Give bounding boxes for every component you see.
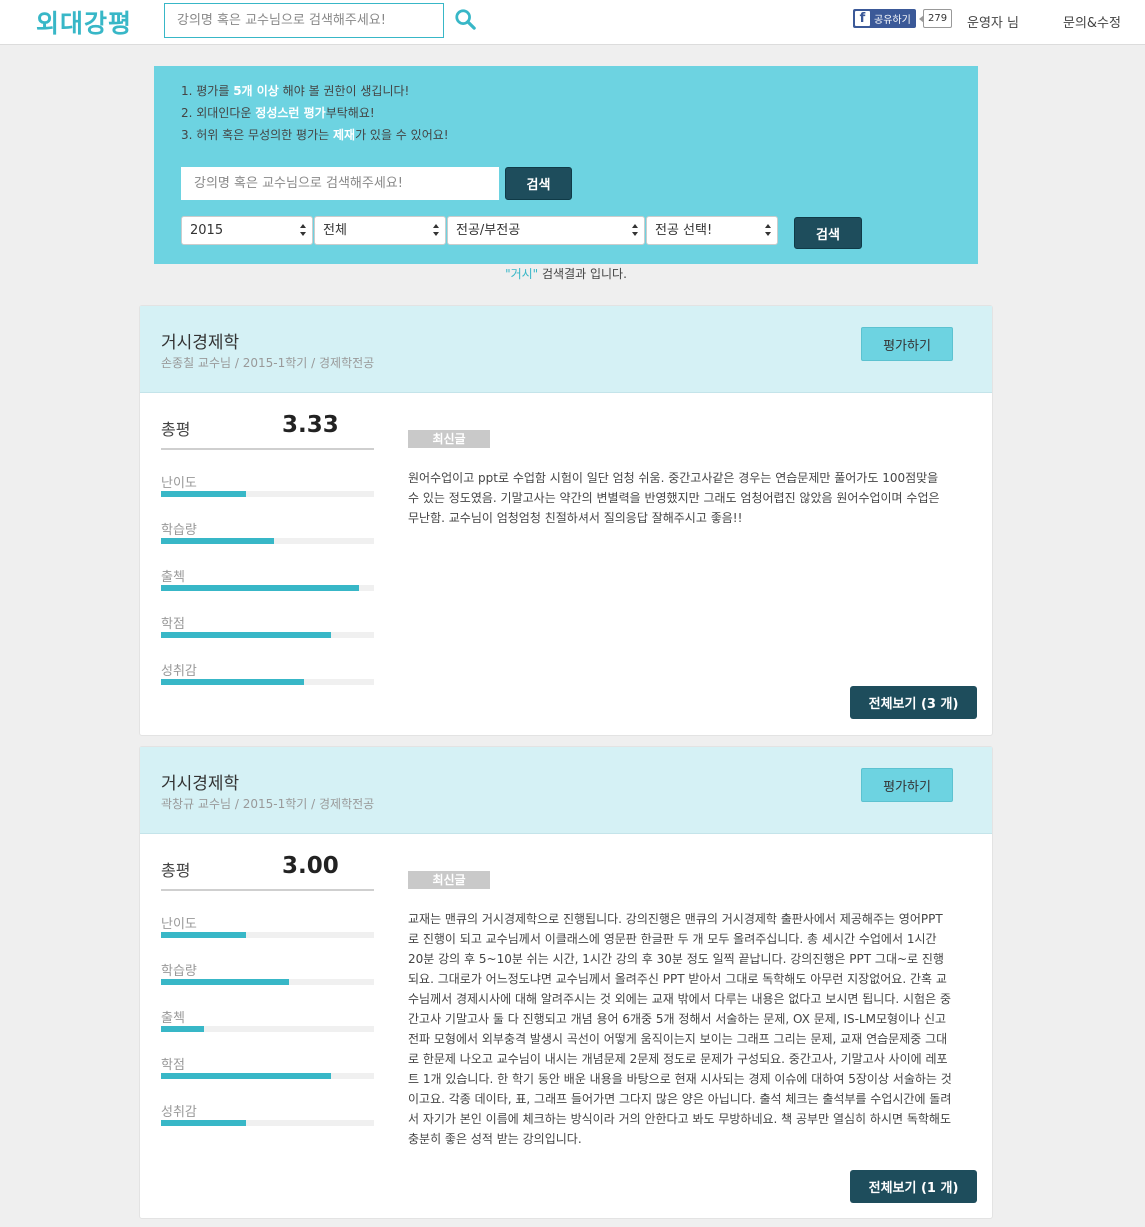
total-score: 3.00 bbox=[282, 853, 339, 879]
header-search-input[interactable] bbox=[164, 3, 444, 38]
metric-bar bbox=[161, 1026, 374, 1032]
view-all-button[interactable]: 전체보기 (1 개) bbox=[850, 1170, 977, 1203]
search-panel: 1. 평가를 5개 이상 해야 볼 권한이 생깁니다! 2. 외대인다운 정성스… bbox=[154, 66, 978, 264]
major-select[interactable]: 전공 선택! bbox=[646, 216, 778, 245]
metric-bar bbox=[161, 1073, 374, 1079]
metric-bar bbox=[161, 491, 374, 497]
metric-bar bbox=[161, 679, 374, 685]
metric-label: 학점 bbox=[161, 1058, 185, 1073]
metric-label: 출첵 bbox=[161, 570, 185, 585]
metric-label: 난이도 bbox=[161, 476, 197, 491]
metric-label: 학점 bbox=[161, 617, 185, 632]
total-divider bbox=[161, 448, 374, 450]
metric-bar-fill bbox=[161, 538, 274, 544]
facebook-icon: f bbox=[855, 11, 870, 26]
major-type-select[interactable]: 전공/부전공 bbox=[447, 216, 645, 245]
metric-bar bbox=[161, 585, 374, 591]
select-arrows-icon bbox=[765, 224, 771, 236]
metric-bar-fill bbox=[161, 632, 332, 638]
course-meta: 곽창규 교수님 / 2015-1학기 / 경제학전공 bbox=[161, 797, 375, 811]
search-icon[interactable] bbox=[454, 8, 476, 30]
course-title[interactable]: 거시경제학 bbox=[161, 769, 239, 794]
metric-bar-fill bbox=[161, 1073, 332, 1079]
metric-label: 성취감 bbox=[161, 1105, 197, 1120]
share-count: 279 bbox=[918, 9, 953, 28]
total-label: 총평 bbox=[161, 861, 191, 880]
search-result-note: "거시" 검색결과 입니다. bbox=[505, 267, 627, 281]
metric-bar bbox=[161, 1120, 374, 1126]
select-arrows-icon bbox=[632, 224, 638, 236]
user-menu-link[interactable]: 운영자 님 bbox=[967, 12, 1019, 31]
site-logo[interactable]: 외대강평 bbox=[36, 4, 132, 40]
rate-button[interactable]: 평가하기 bbox=[861, 327, 953, 361]
course-card-header: 거시경제학 곽창규 교수님 / 2015-1학기 / 경제학전공 평가하기 bbox=[140, 747, 992, 834]
contact-link[interactable]: 문의&수정 bbox=[1063, 12, 1121, 31]
metric-bar-fill bbox=[161, 979, 289, 985]
facebook-share-label: 공유하기 bbox=[874, 15, 911, 26]
course-search-input[interactable] bbox=[181, 167, 499, 200]
metric-bar bbox=[161, 632, 374, 638]
metric-bar-fill bbox=[161, 585, 360, 591]
metric-label: 성취감 bbox=[161, 664, 197, 679]
rate-button[interactable]: 평가하기 bbox=[861, 768, 953, 802]
top-bar: 외대강평 f 공유하기 279 운영자 님 문의&수정 bbox=[0, 0, 1145, 45]
review-text: 교재는 맨큐의 거시경제학으로 진행됩니다. 강의진행은 맨큐의 거시경제학 출… bbox=[408, 912, 952, 1146]
course-title[interactable]: 거시경제학 bbox=[161, 328, 239, 353]
category-select[interactable]: 전체 bbox=[314, 216, 446, 245]
search-button[interactable]: 검색 bbox=[505, 167, 572, 200]
metric-label: 학습량 bbox=[161, 964, 197, 979]
metric-bar bbox=[161, 538, 374, 544]
metric-bar bbox=[161, 932, 374, 938]
select-arrows-icon bbox=[433, 224, 439, 236]
metric-bar-fill bbox=[161, 679, 304, 685]
metric-bar-fill bbox=[161, 1120, 247, 1126]
metric-bar-fill bbox=[161, 491, 247, 497]
metric-label: 출첵 bbox=[161, 1011, 185, 1026]
metric-label: 난이도 bbox=[161, 917, 197, 932]
course-meta: 손종칠 교수님 / 2015-1학기 / 경제학전공 bbox=[161, 356, 375, 370]
notice-line-3: 3. 허위 혹은 무성의한 평가는 제재가 있을 수 있어요! bbox=[181, 128, 449, 142]
notice-line-2: 2. 외대인다운 정성스런 평가부탁해요! bbox=[181, 106, 375, 120]
course-card-header: 거시경제학 손종칠 교수님 / 2015-1학기 / 경제학전공 평가하기 bbox=[140, 306, 992, 393]
metric-bar bbox=[161, 979, 374, 985]
course-card: 거시경제학 곽창규 교수님 / 2015-1학기 / 경제학전공 평가하기 총평… bbox=[139, 746, 993, 1219]
filter-search-button[interactable]: 검색 bbox=[794, 217, 862, 249]
metric-label: 학습량 bbox=[161, 523, 197, 538]
review-text: 원어수업이고 ppt로 수업함 시험이 일단 엄청 쉬움. 중간고사같은 경우는… bbox=[408, 471, 940, 525]
facebook-share-button[interactable]: f 공유하기 bbox=[853, 9, 916, 28]
total-divider bbox=[161, 889, 374, 891]
metric-bar-fill bbox=[161, 932, 247, 938]
select-arrows-icon bbox=[300, 224, 306, 236]
total-label: 총평 bbox=[161, 420, 191, 439]
notice-line-1: 1. 평가를 5개 이상 해야 볼 권한이 생깁니다! bbox=[181, 84, 410, 98]
latest-badge: 최신글 bbox=[408, 430, 490, 448]
view-all-button[interactable]: 전체보기 (3 개) bbox=[850, 686, 977, 719]
latest-badge: 최신글 bbox=[408, 871, 490, 889]
total-score: 3.33 bbox=[282, 412, 339, 438]
year-select[interactable]: 2015 bbox=[181, 216, 313, 245]
metric-bar-fill bbox=[161, 1026, 204, 1032]
course-card: 거시경제학 손종칠 교수님 / 2015-1학기 / 경제학전공 평가하기 총평… bbox=[139, 305, 993, 736]
